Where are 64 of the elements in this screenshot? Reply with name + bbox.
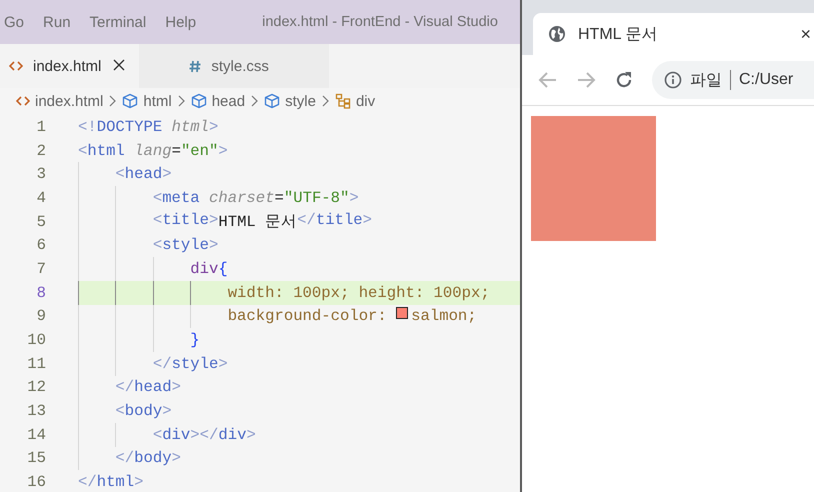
code-text: <body> <box>115 402 172 420</box>
code-text: <div></div> <box>152 426 256 444</box>
line-number: 15 <box>26 449 47 468</box>
info-icon[interactable] <box>664 71 682 89</box>
breadcrumb-item[interactable]: html <box>143 92 172 110</box>
menu-item[interactable]: Go <box>4 14 34 30</box>
tab-title: HTML 문서 <box>578 24 658 44</box>
breadcrumb-item[interactable]: head <box>212 92 246 110</box>
chevron-icon <box>320 94 330 108</box>
line-number: 11 <box>26 354 47 373</box>
menu-item[interactable]: Run <box>34 14 81 30</box>
code-text: width: 100px; height: 100px; <box>228 284 490 302</box>
breadcrumb-item[interactable]: style <box>285 92 316 110</box>
structure-icon <box>334 93 351 109</box>
color-swatch[interactable] <box>396 307 408 320</box>
code-text: <style> <box>152 236 218 254</box>
code-brackets-icon <box>16 95 30 107</box>
menu-item[interactable]: Help <box>156 14 206 30</box>
browser-tab[interactable]: HTML 문서 × <box>533 13 814 55</box>
chevron-icon <box>176 94 186 108</box>
code-brackets-icon <box>9 60 23 72</box>
code-text: </body> <box>115 449 181 468</box>
line-number: 16 <box>26 473 47 492</box>
line-number: 14 <box>26 426 47 444</box>
line-number: 4 <box>36 188 47 207</box>
breadcrumb-item[interactable]: index.html <box>35 92 104 110</box>
line-number: 8 <box>36 284 47 302</box>
line-number: 10 <box>26 331 47 350</box>
line-number: 5 <box>36 212 47 231</box>
code-text: div{ <box>190 260 228 278</box>
cube-icon <box>264 93 280 109</box>
code-text: <title>HTML 문서</title> <box>152 211 372 232</box>
hash-icon <box>189 60 202 72</box>
breadcrumb-item[interactable]: div <box>356 92 376 110</box>
code-text: <!DOCTYPE html> <box>78 118 218 136</box>
address-bar[interactable]: 파일 C:/User <box>652 61 814 99</box>
code-text: <html lang="en"> <box>78 142 228 160</box>
chevron-icon <box>108 94 118 108</box>
line-number: 2 <box>36 142 47 160</box>
window-title: index.html - FrontEnd - Visual Studio <box>262 14 498 30</box>
line-number: 12 <box>26 378 47 396</box>
line-number: 7 <box>36 260 47 278</box>
code-text: } <box>190 331 200 350</box>
menu-item[interactable]: Terminal <box>80 14 156 30</box>
editor-tab[interactable]: style.css <box>139 44 329 88</box>
code-text: </style> <box>152 354 228 373</box>
reload-icon[interactable] <box>614 70 634 90</box>
globe-icon <box>548 25 566 43</box>
code-text: <head> <box>115 165 172 184</box>
scheme-label: 파일 <box>690 70 722 90</box>
code-text: </head> <box>115 378 181 396</box>
line-number: 3 <box>36 165 47 184</box>
code-text: background-color: salmon; <box>228 307 477 326</box>
line-number: 9 <box>36 307 47 326</box>
cube-icon <box>190 93 207 109</box>
url-text: C:/User <box>739 71 794 89</box>
line-number: 13 <box>26 402 47 420</box>
code-text: </html> <box>78 473 144 492</box>
close-button[interactable]: × <box>800 24 811 44</box>
cube-icon <box>122 93 138 109</box>
line-number: 1 <box>36 118 47 136</box>
line-number: 6 <box>36 236 47 254</box>
code-text: <meta charset="UTF-8"> <box>152 188 359 207</box>
chevron-icon <box>250 94 260 108</box>
